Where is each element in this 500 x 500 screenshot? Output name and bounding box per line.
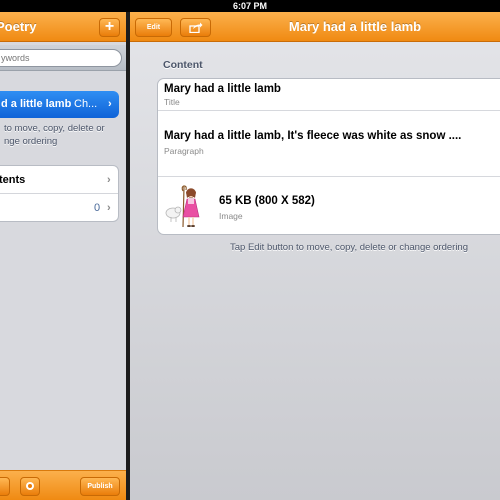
master-group: tents › 0 › [0,165,119,222]
list-item-count-value: 0 [94,202,101,214]
search-input[interactable] [0,49,122,67]
girl-with-lamb-thumbnail [162,182,210,231]
master-toolbar: Publish [0,470,126,500]
status-time: 6:07 PM [232,1,267,11]
status-bar: 6:07 PM [0,0,500,12]
content-row-main: Mary had a little lamb, It's fleece was … [164,130,462,142]
section-header: Content [163,59,203,71]
list-item-selected[interactable]: d a little lamb Ch... › [0,91,119,118]
content-row-type: Paragraph [164,146,204,156]
page-title: Mary had a little lamb [288,19,422,34]
master-title: Poetry [0,19,37,34]
plus-circle-icon [26,482,34,490]
list-item-count[interactable]: 0 › [0,194,118,221]
content-row-paragraph[interactable]: Mary had a little lamb, It's fleece was … [158,111,500,177]
chevron-right-icon: › [107,202,111,214]
add-button[interactable]: + [99,18,120,37]
list-item-label: tents [0,174,26,186]
add-item-button[interactable] [20,477,40,496]
chevron-right-icon: › [108,98,112,110]
edit-button[interactable]: Edit [135,18,172,37]
list-item-sublabel: Ch... [74,98,98,110]
master-pane: Poetry + d a little lamb Ch... › to move… [0,12,126,500]
detail-hint: Tap Edit button to move, copy, delete or… [230,242,469,253]
master-hint: to move, copy, delete or nge ordering [4,123,105,147]
detail-pane: Edit Mary had a little lamb Content Mary… [130,12,500,500]
chevron-right-icon: › [107,174,111,186]
search-bar [0,45,126,71]
content-group: Mary had a little lamb Title Mary had a … [157,78,500,235]
list-item-label: d a little lamb [1,98,72,110]
master-navbar: Poetry + [0,12,126,42]
toolbar-left-button[interactable] [0,477,10,496]
share-icon [189,22,203,33]
content-row-title[interactable]: Mary had a little lamb Title [158,79,500,111]
content-row-image[interactable]: 65 KB (800 X 582) Image [158,177,500,234]
content-row-type: Title [164,97,180,107]
publish-button[interactable]: Publish [80,477,120,496]
detail-navbar: Edit Mary had a little lamb [130,12,500,42]
list-item-contents[interactable]: tents › [0,166,118,194]
content-row-main: 65 KB (800 X 582) [219,195,315,207]
content-row-type: Image [219,211,243,221]
share-button[interactable] [180,18,211,37]
content-row-main: Mary had a little lamb [164,83,281,95]
